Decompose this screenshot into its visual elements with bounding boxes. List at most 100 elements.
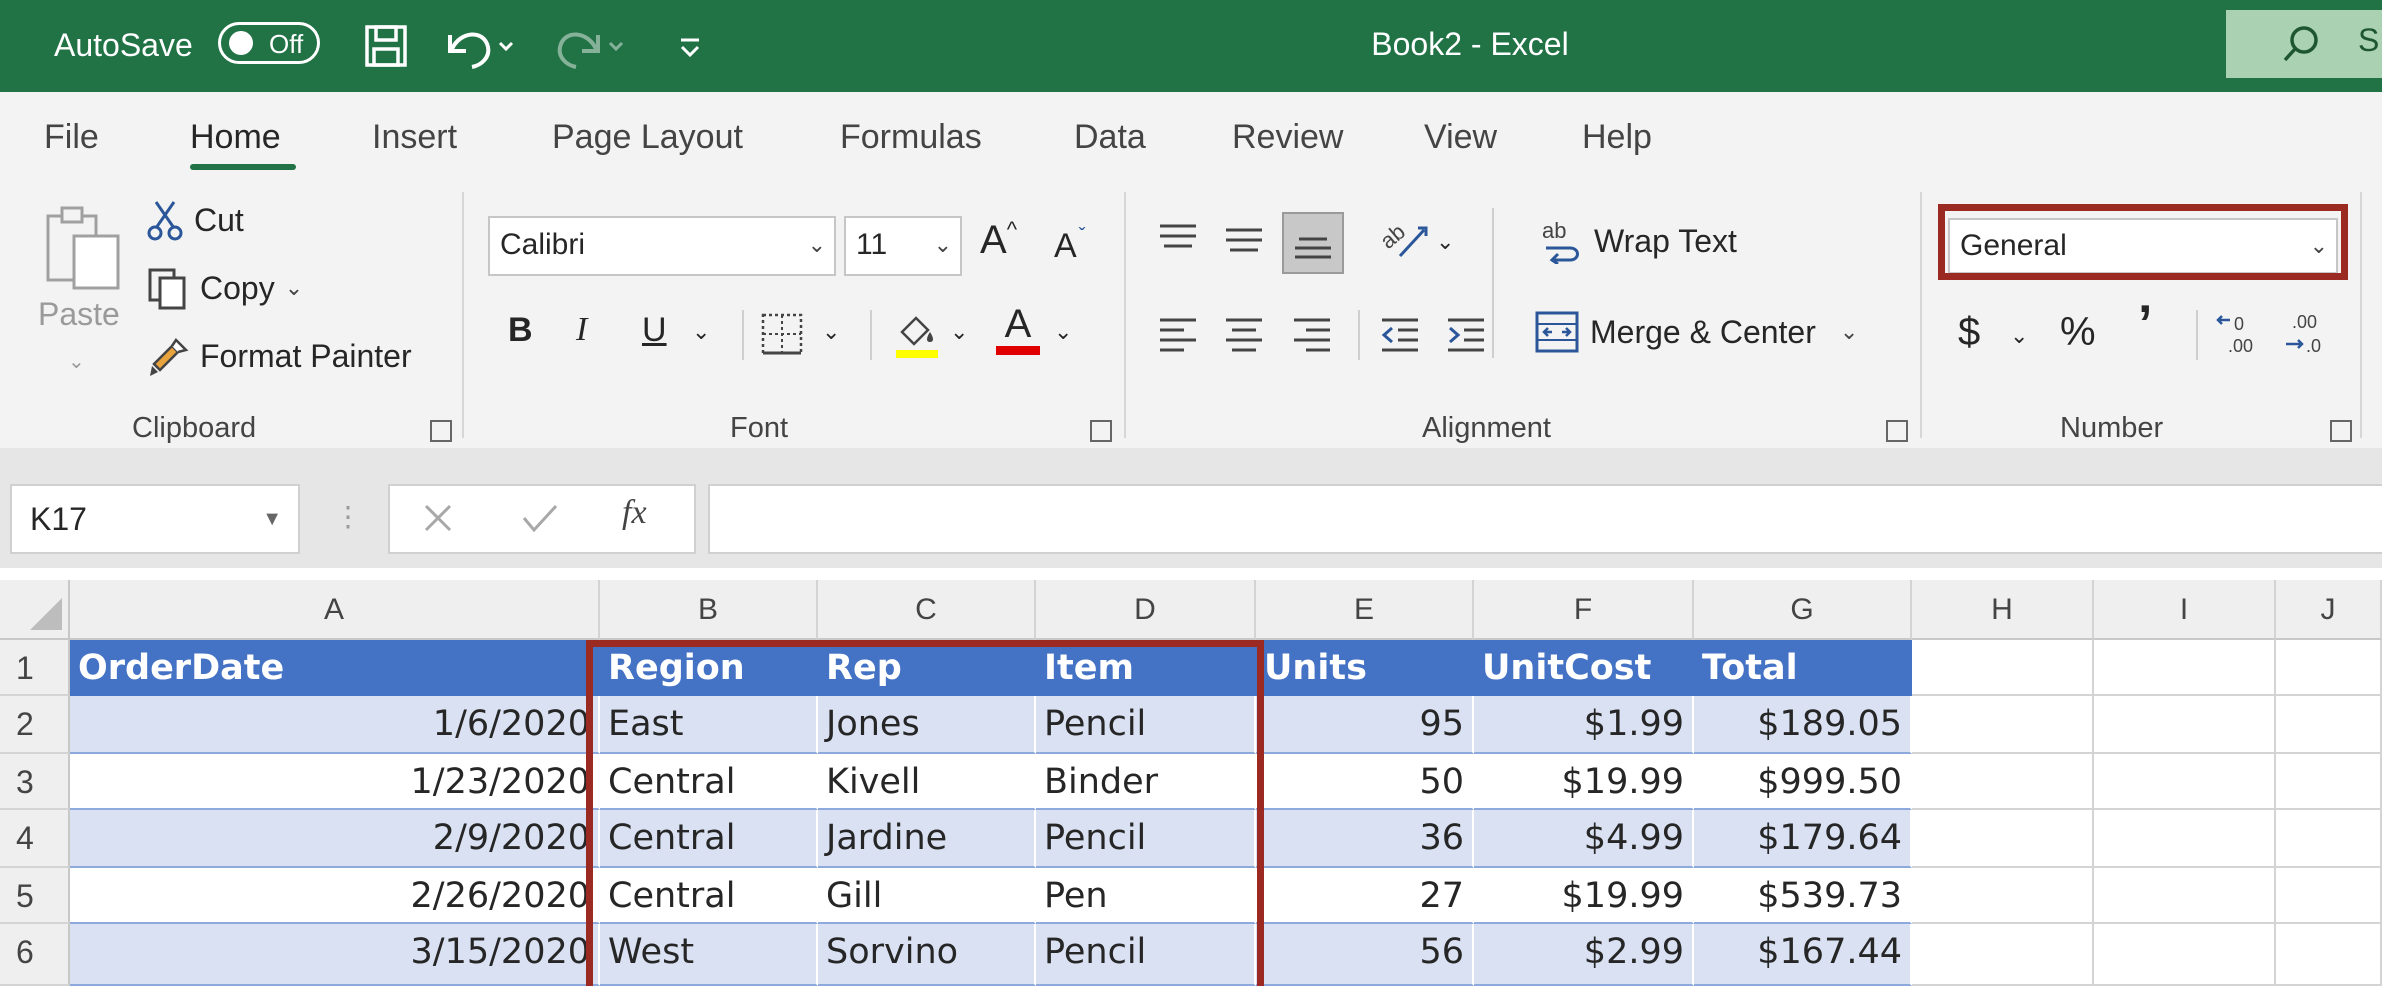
align-center-icon[interactable] xyxy=(1222,312,1266,356)
row-header-4[interactable]: 4 xyxy=(0,810,70,868)
table-header-cell[interactable]: Rep xyxy=(818,640,1036,696)
column-header-j[interactable]: J xyxy=(2276,580,2382,640)
table-cell[interactable]: Central xyxy=(600,810,818,868)
table-cell[interactable]: $2.99 xyxy=(1474,924,1694,986)
empty-cell[interactable] xyxy=(2094,696,2276,754)
empty-cell[interactable] xyxy=(2094,810,2276,868)
table-cell[interactable]: 2/9/2020 xyxy=(70,810,600,868)
table-cell[interactable]: Gill xyxy=(818,868,1036,924)
select-all-button[interactable] xyxy=(0,580,70,640)
redo-icon[interactable] xyxy=(552,18,632,74)
table-cell[interactable]: Binder xyxy=(1036,754,1256,810)
accounting-format-button[interactable]: $ xyxy=(1958,310,1980,354)
alignment-launcher-icon[interactable] xyxy=(1886,420,1908,442)
fill-color-icon[interactable] xyxy=(892,308,942,360)
empty-cell[interactable] xyxy=(2276,924,2382,986)
customize-toolbar-icon[interactable] xyxy=(670,18,710,74)
table-cell[interactable]: Jardine xyxy=(818,810,1036,868)
tab-review[interactable]: Review xyxy=(1232,114,1343,160)
name-box[interactable]: K17 ▼ xyxy=(10,484,300,554)
table-cell[interactable]: $19.99 xyxy=(1474,868,1694,924)
table-cell[interactable]: 3/15/2020 xyxy=(70,924,600,986)
orientation-icon[interactable]: ab xyxy=(1378,216,1434,262)
row-header-2[interactable]: 2 xyxy=(0,696,70,754)
table-cell[interactable]: $19.99 xyxy=(1474,754,1694,810)
drag-handle-icon[interactable]: ⋮ xyxy=(334,500,362,533)
table-header-cell[interactable]: Units xyxy=(1256,640,1474,696)
empty-cell[interactable] xyxy=(1912,868,2094,924)
merge-dropdown-icon[interactable]: ⌄ xyxy=(1840,310,1858,354)
table-cell[interactable]: Sorvino xyxy=(818,924,1036,986)
empty-cell[interactable] xyxy=(2094,868,2276,924)
table-header-cell[interactable]: Region xyxy=(600,640,818,696)
font-color-dropdown-icon[interactable]: ⌄ xyxy=(1054,310,1072,354)
table-cell[interactable]: Pencil xyxy=(1036,696,1256,754)
copy-button[interactable]: Copy ⌄ xyxy=(146,266,303,310)
table-cell[interactable]: Pen xyxy=(1036,868,1256,924)
wrap-text-button[interactable]: ab Wrap Text xyxy=(1540,218,1737,264)
merge-center-button[interactable]: Merge & Center ⌄ xyxy=(1534,310,1858,354)
cancel-icon[interactable] xyxy=(420,500,456,536)
column-header-b[interactable]: B xyxy=(600,580,818,640)
align-left-icon[interactable] xyxy=(1156,312,1200,356)
table-cell[interactable]: $539.73 xyxy=(1694,868,1912,924)
increase-decimal-icon[interactable]: 0.00 xyxy=(2214,308,2266,358)
row-header-5[interactable]: 5 xyxy=(0,868,70,924)
empty-cell[interactable] xyxy=(2094,754,2276,810)
formula-input[interactable] xyxy=(708,484,2382,554)
table-cell[interactable]: Pencil xyxy=(1036,924,1256,986)
tab-help[interactable]: Help xyxy=(1582,114,1652,160)
empty-cell[interactable] xyxy=(2276,640,2382,696)
tab-data[interactable]: Data xyxy=(1074,114,1146,160)
borders-dropdown-icon[interactable]: ⌄ xyxy=(822,310,840,354)
table-cell[interactable]: $189.05 xyxy=(1694,696,1912,754)
table-header-cell[interactable]: Item xyxy=(1036,640,1256,696)
font-size-combo[interactable]: 11 ⌄ xyxy=(844,216,962,276)
underline-button[interactable]: U xyxy=(642,308,667,352)
empty-cell[interactable] xyxy=(1912,810,2094,868)
table-cell[interactable]: 50 xyxy=(1256,754,1474,810)
table-header-cell[interactable]: OrderDate xyxy=(70,640,600,696)
row-header-3[interactable]: 3 xyxy=(0,754,70,810)
enter-icon[interactable] xyxy=(520,500,560,536)
table-cell[interactable]: Kivell xyxy=(818,754,1036,810)
accounting-dropdown-icon[interactable]: ⌄ xyxy=(2010,314,2028,358)
table-header-cell[interactable]: UnitCost xyxy=(1474,640,1694,696)
italic-button[interactable]: I xyxy=(576,308,587,352)
cut-button[interactable]: Cut xyxy=(146,198,244,242)
empty-cell[interactable] xyxy=(1912,696,2094,754)
empty-cell[interactable] xyxy=(1912,640,2094,696)
save-icon[interactable] xyxy=(358,18,414,74)
format-painter-button[interactable]: Format Painter xyxy=(146,334,412,378)
comma-style-button[interactable]: ’ xyxy=(2138,298,2152,350)
insert-function-icon[interactable]: fx xyxy=(622,494,647,532)
table-cell[interactable]: 1/6/2020 xyxy=(70,696,600,754)
paste-button[interactable]: Paste xyxy=(38,292,120,336)
orientation-dropdown-icon[interactable]: ⌄ xyxy=(1436,220,1454,264)
column-header-f[interactable]: F xyxy=(1474,580,1694,640)
tab-file[interactable]: File xyxy=(44,114,99,160)
top-align-icon[interactable] xyxy=(1156,220,1200,260)
increase-indent-icon[interactable] xyxy=(1444,312,1488,356)
fill-color-dropdown-icon[interactable]: ⌄ xyxy=(950,310,968,354)
table-cell[interactable]: East xyxy=(600,696,818,754)
column-header-d[interactable]: D xyxy=(1036,580,1256,640)
decrease-indent-icon[interactable] xyxy=(1378,312,1422,356)
align-right-icon[interactable] xyxy=(1290,312,1334,356)
table-cell[interactable]: Pencil xyxy=(1036,810,1256,868)
autosave-toggle[interactable]: Off xyxy=(218,22,320,64)
empty-cell[interactable] xyxy=(2276,868,2382,924)
paste-icon[interactable] xyxy=(40,202,126,292)
clipboard-launcher-icon[interactable] xyxy=(430,420,452,442)
column-header-e[interactable]: E xyxy=(1256,580,1474,640)
table-cell[interactable]: $999.50 xyxy=(1694,754,1912,810)
bold-button[interactable]: B xyxy=(508,308,533,352)
empty-cell[interactable] xyxy=(1912,924,2094,986)
table-cell[interactable]: Central xyxy=(600,868,818,924)
underline-dropdown-icon[interactable]: ⌄ xyxy=(692,310,710,354)
tab-formulas[interactable]: Formulas xyxy=(840,114,982,160)
table-cell[interactable]: Central xyxy=(600,754,818,810)
row-header-1[interactable]: 1 xyxy=(0,640,70,696)
number-format-combo[interactable]: General ⌄ xyxy=(1948,218,2338,274)
empty-cell[interactable] xyxy=(2276,810,2382,868)
